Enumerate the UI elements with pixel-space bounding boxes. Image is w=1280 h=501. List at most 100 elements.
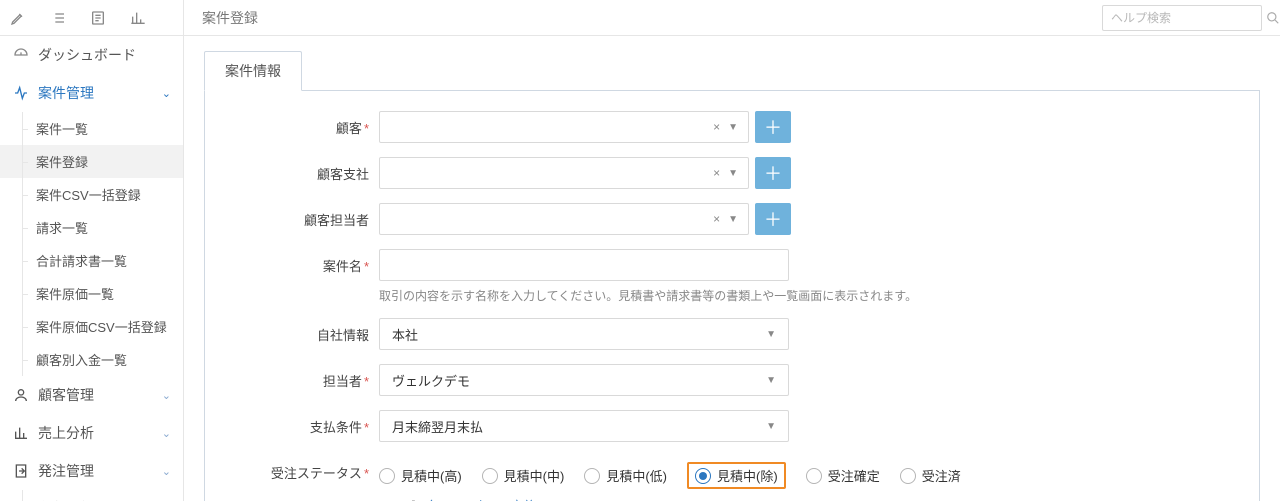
add-customer-contact-button[interactable]: ＋ <box>755 203 791 235</box>
required-mark: * <box>364 420 369 435</box>
sub-item[interactable]: 案件一覧 <box>0 112 183 145</box>
sub-item[interactable]: 顧客別入金一覧 <box>0 343 183 376</box>
help-search[interactable] <box>1102 5 1262 31</box>
radio-icon <box>900 468 916 484</box>
chevron-down-icon: ▼ <box>728 122 738 133</box>
uriage-icon <box>12 425 30 441</box>
sub-item[interactable]: 合計請求書一覧 <box>0 244 183 277</box>
page-title: 案件登録 <box>202 8 258 28</box>
company-info-select[interactable]: 本社 ▼ <box>379 318 789 350</box>
tab-bar: 案件情報 <box>204 50 1260 91</box>
main: 案件登録 案件情報 顧客* <box>184 0 1280 501</box>
row-name: 案件名* 取引の内容を示す名称を入力してください。見積書や請求書等の書類上や一覧… <box>229 249 1235 304</box>
label-customer-branch: 顧客支社 <box>317 167 369 182</box>
row-customer: 顧客* × ▼ ＋ <box>229 111 1235 143</box>
nav-kokyaku[interactable]: 顧客管理 ⌄ <box>0 376 183 414</box>
radio-icon <box>379 468 395 484</box>
radio-icon <box>482 468 498 484</box>
row-customer-contact: 顧客担当者 × ▼ ＋ <box>229 203 1235 235</box>
status-help: ヘルプ：各ステータスの定義⧉ <box>379 497 1179 501</box>
sub-item[interactable]: 発注一覧 <box>0 490 183 501</box>
anken-icon <box>12 85 30 101</box>
customer-contact-select[interactable]: × ▼ <box>379 203 749 235</box>
chart-icon[interactable] <box>130 10 146 26</box>
sub-item[interactable]: 案件登録 <box>0 145 183 178</box>
nav-hacchu[interactable]: 発注管理⌄ <box>0 452 183 490</box>
kokyaku-icon <box>12 387 30 403</box>
row-assignee: 担当者* ヴェルクデモ ▼ <box>229 364 1235 396</box>
company-info-value: 本社 <box>392 325 418 344</box>
status-radio[interactable]: 見積中(高) <box>379 466 462 485</box>
assignee-value: ヴェルクデモ <box>392 371 470 390</box>
sub-item[interactable]: 案件CSV一括登録 <box>0 178 183 211</box>
nav-label: 売上分析 <box>38 423 94 443</box>
header: 案件登録 <box>184 0 1280 36</box>
dashboard-icon <box>12 47 30 63</box>
clear-icon[interactable]: × <box>713 166 720 180</box>
chevron-down-icon: ▼ <box>766 421 776 432</box>
chevron-down-icon: ▼ <box>728 214 738 225</box>
radio-icon <box>695 468 711 484</box>
required-mark: * <box>364 374 369 389</box>
label-assignee: 担当者 <box>323 374 362 389</box>
nav-dashboard[interactable]: ダッシュボード <box>0 36 183 74</box>
help-search-input[interactable] <box>1111 11 1266 25</box>
chevron-down-icon: ⌄ <box>162 427 171 440</box>
document-icon[interactable] <box>90 10 106 26</box>
sub-item[interactable]: 案件原価CSV一括登録 <box>0 310 183 343</box>
name-input[interactable] <box>379 249 789 281</box>
radio-icon <box>806 468 822 484</box>
nav-uriage[interactable]: 売上分析 ⌄ <box>0 414 183 452</box>
chevron-down-icon: ▼ <box>766 375 776 386</box>
top-icon-row <box>0 0 183 36</box>
nav-anken[interactable]: 案件管理 ⌄ <box>0 74 183 112</box>
radio-label: 受注済 <box>922 466 961 485</box>
sub-item[interactable]: 請求一覧 <box>0 211 183 244</box>
label-name: 案件名 <box>323 259 362 274</box>
list-icon[interactable] <box>50 10 66 26</box>
sidebar: ダッシュボード 案件管理 ⌄ 案件一覧案件登録案件CSV一括登録請求一覧合計請求書一… <box>0 0 184 501</box>
label-payment-terms: 支払条件 <box>310 420 362 435</box>
required-mark: * <box>364 121 369 136</box>
assignee-select[interactable]: ヴェルクデモ ▼ <box>379 364 789 396</box>
customer-select[interactable]: × ▼ <box>379 111 749 143</box>
payment-terms-select[interactable]: 月末締翌月末払 ▼ <box>379 410 789 442</box>
customer-branch-select[interactable]: × ▼ <box>379 157 749 189</box>
payment-terms-value: 月末締翌月末払 <box>392 417 483 436</box>
radio-label: 見積中(中) <box>504 466 565 485</box>
clear-icon[interactable]: × <box>713 120 720 134</box>
chevron-down-icon: ⌄ <box>162 389 171 402</box>
nav-label: 案件管理 <box>38 83 94 103</box>
label-company-info: 自社情報 <box>317 328 369 343</box>
required-mark: * <box>364 259 369 274</box>
row-company-info: 自社情報 本社 ▼ <box>229 318 1235 350</box>
radio-label: 見積中(高) <box>401 466 462 485</box>
radio-label: 受注確定 <box>828 466 880 485</box>
radio-label: 見積中(低) <box>606 466 667 485</box>
pencil-icon[interactable] <box>10 10 26 26</box>
row-customer-branch: 顧客支社 × ▼ ＋ <box>229 157 1235 189</box>
status-radio-group: 見積中(高) 見積中(中) 見積中(低) 見積中(除) 受注確定 受注済 <box>379 456 1179 489</box>
form-panel: 顧客* × ▼ ＋ 顧客支社 <box>204 91 1260 501</box>
status-radio[interactable]: 見積中(中) <box>482 466 565 485</box>
add-customer-branch-button[interactable]: ＋ <box>755 157 791 189</box>
chevron-down-icon: ⌄ <box>162 465 171 478</box>
chevron-down-icon: ▼ <box>728 168 738 179</box>
nav-dashboard-label: ダッシュボード <box>38 45 136 65</box>
status-radio[interactable]: 見積中(低) <box>584 466 667 485</box>
nav-label: 顧客管理 <box>38 385 94 405</box>
search-icon <box>1266 11 1280 25</box>
status-radio[interactable]: 受注確定 <box>806 466 880 485</box>
status-radio[interactable]: 受注済 <box>900 466 961 485</box>
required-mark: * <box>364 466 369 481</box>
add-customer-button[interactable]: ＋ <box>755 111 791 143</box>
radio-icon <box>584 468 600 484</box>
sub-item[interactable]: 案件原価一覧 <box>0 277 183 310</box>
status-radio[interactable]: 見積中(除) <box>687 462 786 489</box>
tab-label: 案件情報 <box>225 63 281 79</box>
chevron-down-icon: ⌄ <box>162 87 171 100</box>
tab-anken-info[interactable]: 案件情報 <box>204 51 302 91</box>
content: 案件情報 顧客* × ▼ ＋ <box>184 36 1280 501</box>
clear-icon[interactable]: × <box>713 212 720 226</box>
label-status: 受注ステータス <box>271 466 362 481</box>
